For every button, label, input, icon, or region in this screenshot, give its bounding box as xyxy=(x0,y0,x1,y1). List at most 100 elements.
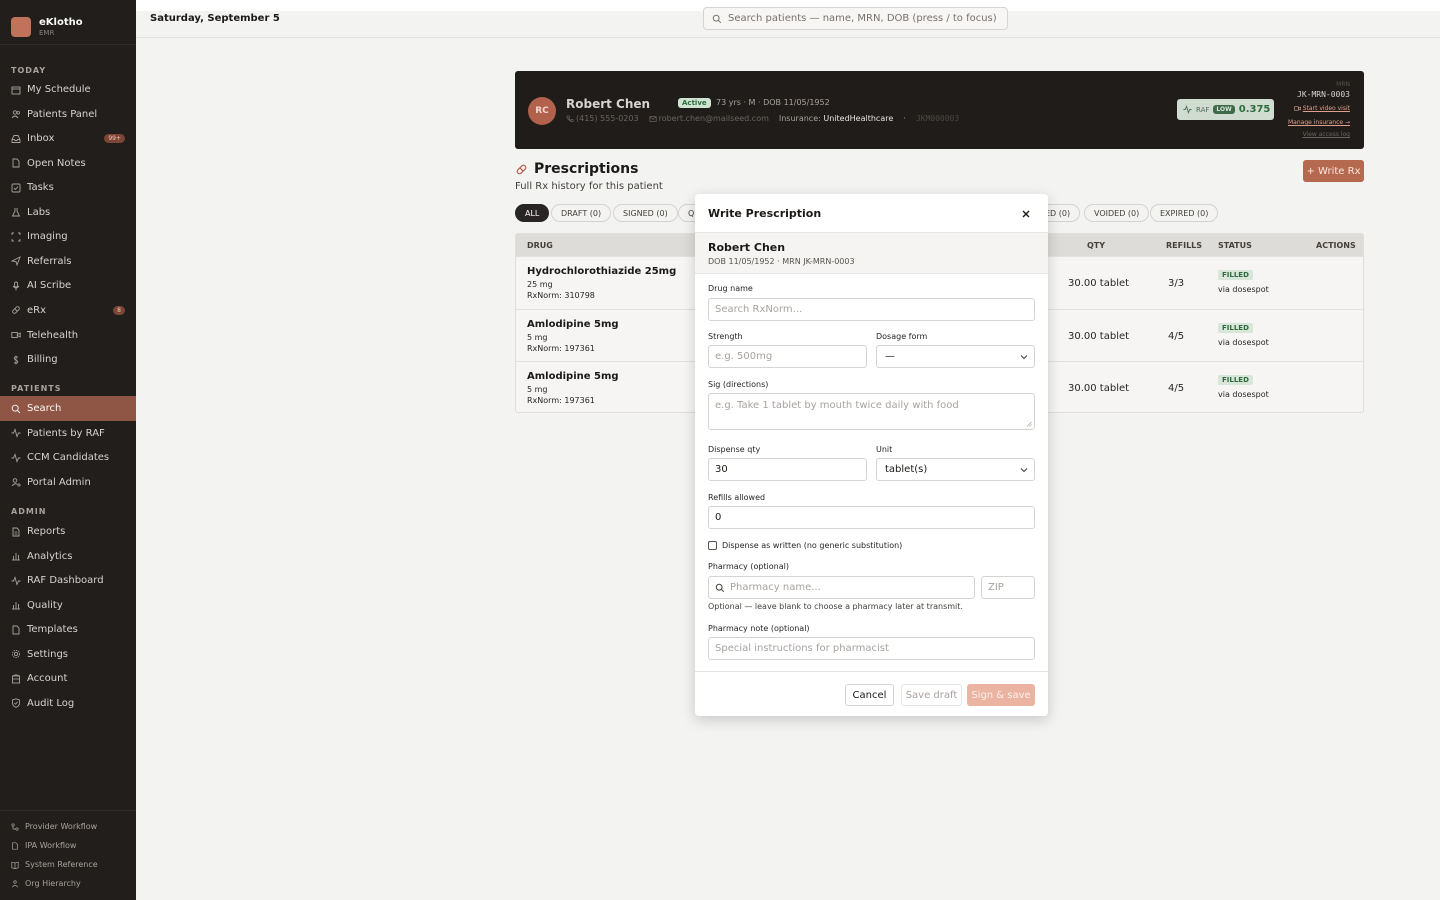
zip-input[interactable]: ZIP xyxy=(981,576,1035,599)
mrn-value: JK-MRN-0003 xyxy=(1297,90,1350,99)
file-icon xyxy=(12,158,20,168)
sidebar-item-analytics[interactable]: Analytics xyxy=(0,544,136,569)
sidebar-item-label: Portal Admin xyxy=(27,476,91,488)
filter-draft[interactable]: DRAFT (0) xyxy=(551,204,612,222)
topbar: Saturday, September 5 Search patients — … xyxy=(136,0,1440,38)
filter-expired[interactable]: EXPIRED (0) xyxy=(1150,204,1219,222)
sidebar-item-billing[interactable]: Billing xyxy=(0,347,136,372)
pharmacy-search-input[interactable]: Pharmacy name... xyxy=(708,576,975,599)
dosage-form-label: Dosage form xyxy=(876,332,928,341)
unit-label: Unit xyxy=(876,445,893,454)
close-icon[interactable] xyxy=(1020,208,1032,220)
view-access-log-link[interactable]: View access log xyxy=(1303,131,1350,138)
sidebar-item-account[interactable]: Account xyxy=(0,666,136,691)
sidebar-item-reports[interactable]: Reports xyxy=(0,519,136,544)
start-video-visit-link[interactable]: Start video visit xyxy=(1294,105,1350,112)
refills-input[interactable]: 0 xyxy=(708,506,1035,529)
patient-search-input[interactable]: Search patients — name, MRN, DOB (press … xyxy=(703,7,1008,30)
sidebar-item-provider-workflow[interactable]: Provider Workflow xyxy=(0,817,136,836)
user-cog-icon xyxy=(11,478,21,487)
sidebar-item-raf-dashboard[interactable]: RAF Dashboard xyxy=(0,568,136,593)
section-label-today: TODAY xyxy=(11,66,47,75)
resize-handle-icon[interactable] xyxy=(1026,421,1032,427)
drug-strength: 25 mg xyxy=(527,280,553,289)
sidebar-item-patients-panel[interactable]: Patients Panel xyxy=(0,102,136,127)
sidebar-item-org-hierarchy[interactable]: Org Hierarchy xyxy=(0,874,136,893)
drug-name-input[interactable]: Search RxNorm... xyxy=(708,298,1035,321)
filter-signed[interactable]: SIGNED (0) xyxy=(613,204,678,222)
raf-badge[interactable]: RAF LOW 0.375 xyxy=(1177,99,1274,120)
activity-icon xyxy=(11,575,21,586)
sidebar-item-system-reference[interactable]: System Reference xyxy=(0,855,136,874)
sig-textarea[interactable]: e.g. Take 1 tablet by mouth twice daily … xyxy=(708,393,1035,430)
sidebar-item-inbox[interactable]: Inbox 99+ xyxy=(0,126,136,151)
sidebar-item-settings[interactable]: Settings xyxy=(0,642,136,667)
section-label-patients: PATIENTS xyxy=(11,384,62,393)
write-rx-button[interactable]: + Write Rx xyxy=(1303,160,1364,182)
sidebar-item-portal-admin[interactable]: Portal Admin xyxy=(0,470,136,495)
save-draft-button[interactable]: Save draft xyxy=(901,684,962,706)
section-label-admin: ADMIN xyxy=(11,507,47,516)
send-icon xyxy=(11,256,21,267)
email[interactable]: robert.chen@mailseed.com xyxy=(649,114,769,123)
sidebar-item-search[interactable]: Search xyxy=(0,396,136,421)
sidebar-item-imaging[interactable]: Imaging xyxy=(0,224,136,249)
inbox-icon xyxy=(11,134,21,143)
brand[interactable]: eKlotho EMR xyxy=(0,0,136,44)
modal-patient-name: Robert Chen xyxy=(708,241,786,254)
filter-all[interactable]: ALL xyxy=(515,204,550,222)
manage-insurance-link[interactable]: Manage insurance → xyxy=(1288,119,1350,126)
sidebar-item-label: Open Notes xyxy=(27,157,86,169)
raf-score: 0.375 xyxy=(1238,104,1271,115)
sidebar-item-labs[interactable]: Labs xyxy=(0,200,136,225)
sign-and-save-button[interactable]: Sign & save xyxy=(967,684,1035,706)
sidebar-item-quality[interactable]: Quality xyxy=(0,593,136,618)
sidebar-item-telehealth[interactable]: Telehealth xyxy=(0,323,136,348)
daw-label: Dispense as written (no generic substitu… xyxy=(722,541,903,550)
email-text: robert.chen@mailseed.com xyxy=(658,114,769,123)
brand-name: eKlotho xyxy=(39,16,83,28)
phone[interactable]: (415) 555-0203 xyxy=(566,114,639,123)
unit-select[interactable]: tablet(s) xyxy=(876,458,1035,481)
divider xyxy=(695,273,1048,274)
sidebar-item-open-notes[interactable]: Open Notes xyxy=(0,151,136,176)
start-video-visit-label: Start video visit xyxy=(1302,105,1350,112)
sidebar-item-label: Org Hierarchy xyxy=(25,879,81,888)
sidebar-item-label: Patients Panel xyxy=(27,108,98,120)
filter-voided[interactable]: VOIDED (0) xyxy=(1084,204,1150,222)
sidebar-item-ccm-candidates[interactable]: CCM Candidates xyxy=(0,445,136,470)
brand-sub: EMR xyxy=(39,28,55,37)
sidebar-item-tasks[interactable]: Tasks xyxy=(0,175,136,200)
sidebar-item-erx[interactable]: eRx 8 xyxy=(0,298,136,323)
strength-input[interactable]: e.g. 500mg xyxy=(708,345,867,368)
chevron-down-icon xyxy=(1020,355,1028,360)
sidebar-item-label: Provider Workflow xyxy=(25,822,98,831)
cancel-button[interactable]: Cancel xyxy=(845,684,894,706)
drug-name-label: Drug name xyxy=(708,284,753,293)
pharmacy-placeholder: Pharmacy name... xyxy=(730,582,821,593)
dollar-icon xyxy=(13,355,19,365)
quantity: 30.00 tablet xyxy=(1068,330,1130,342)
pharmacy-note-input[interactable]: Special instructions for pharmacist xyxy=(708,637,1035,660)
sidebar-item-templates[interactable]: Templates xyxy=(0,617,136,642)
sidebar-item-audit-log[interactable]: Audit Log xyxy=(0,691,136,716)
dispense-qty-label: Dispense qty xyxy=(708,445,761,454)
divider xyxy=(0,810,136,811)
chevron-down-icon xyxy=(1020,468,1028,473)
sidebar-item-ipa-workflow[interactable]: IPA Workflow xyxy=(0,836,136,855)
status-badge: Active xyxy=(678,98,711,108)
sidebar-item-patients-by-raf[interactable]: Patients by RAF xyxy=(0,421,136,446)
sidebar-item-referrals[interactable]: Referrals xyxy=(0,249,136,274)
daw-checkbox[interactable] xyxy=(708,541,717,550)
refills-count: 4/5 xyxy=(1168,330,1185,342)
sidebar-item-label: Quality xyxy=(27,599,63,611)
sidebar-item-ai-scribe[interactable]: AI Scribe xyxy=(0,273,136,298)
sidebar-item-my-schedule[interactable]: My Schedule xyxy=(0,77,136,102)
avatar: RC xyxy=(528,97,556,125)
sidebar-item-label: Imaging xyxy=(27,231,68,243)
strength-placeholder: e.g. 500mg xyxy=(715,351,773,362)
sidebar-item-label: Billing xyxy=(27,354,58,366)
dispense-qty-input[interactable]: 30 xyxy=(708,458,867,481)
sidebar-item-label: Settings xyxy=(27,648,69,660)
dosage-form-select[interactable]: — xyxy=(876,345,1035,368)
